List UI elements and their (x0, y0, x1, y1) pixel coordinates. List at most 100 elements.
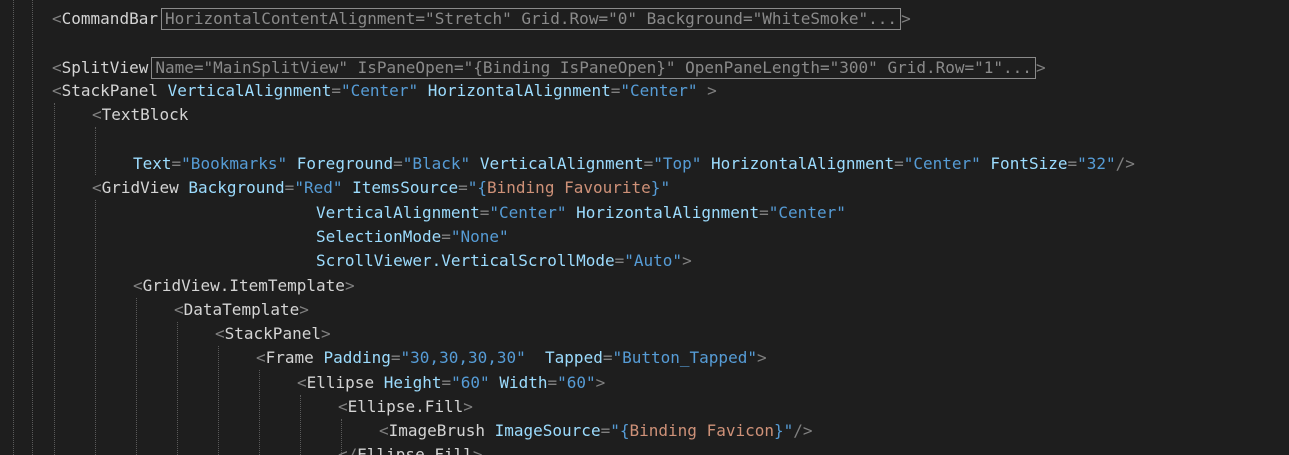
tag-name-token: SplitView (61, 58, 149, 77)
indent-guide (259, 370, 260, 455)
indent-guide (300, 395, 301, 455)
punctuation-token: = (284, 178, 295, 197)
attribute-name-token: Foreground (296, 154, 394, 173)
punctuation-token: = (1067, 154, 1078, 173)
punctuation-token: < (174, 300, 184, 319)
attribute-name-token: Padding (323, 348, 391, 367)
attribute-value-token: } (774, 421, 784, 440)
attribute-name-token: HorizontalAlignment (427, 81, 611, 100)
tag-name-token: Ellipse.Fill (347, 397, 464, 416)
indent-guide (32, 0, 33, 455)
code-line-gridview-selection[interactable]: SelectionMode = "None" (316, 225, 509, 249)
indent-guide (95, 200, 96, 455)
indent-guide (177, 322, 178, 455)
code-line-textblock-open[interactable]: < TextBlock (92, 103, 188, 127)
attribute-name-token: HorizontalAlignment (576, 203, 760, 222)
attribute-name-token: HorizontalAlignment (711, 154, 895, 173)
code-line-ellipse-fill-close[interactable]: </Ellipse.Fill > (338, 443, 483, 455)
code-line-gridview-open[interactable]: < GridView Background = "Red" ItemsSource = "… (92, 176, 670, 200)
punctuation-token: = (602, 348, 613, 367)
tag-name-token: StackPanel (61, 81, 158, 100)
code-line-ellipse-fill-open[interactable]: < Ellipse.Fill > (338, 395, 473, 419)
punctuation-token: > (595, 373, 606, 392)
punctuation-token: < (338, 397, 348, 416)
code-line-stackpanel-outer[interactable]: < StackPanel VerticalAlignment = "Center" H… (52, 79, 717, 103)
punctuation-token: < (256, 348, 266, 367)
punctuation-token: = (390, 348, 401, 367)
attribute-name-token: Width (499, 373, 548, 392)
code-editor[interactable]: < CommandBar HorizontalContentAlignment="S… (0, 0, 1289, 455)
attribute-value-token: { (477, 178, 488, 197)
code-line-commandbar[interactable]: < CommandBar HorizontalContentAlignment="S… (52, 7, 911, 31)
attribute-name-token: Text (133, 154, 172, 173)
punctuation-token: = (331, 81, 342, 100)
code-line-textblock-attrs[interactable]: Text = "Bookmarks" Foreground = "Black" Vert… (133, 152, 1135, 176)
punctuation-token: > (299, 300, 309, 319)
code-line-splitview[interactable]: < SplitView Name="MainSplitView" IsPaneOpe… (52, 56, 1046, 80)
attribute-value-token: "Center" (620, 81, 698, 100)
punctuation-token: < (297, 373, 307, 392)
attribute-value-token: { (619, 421, 630, 440)
attribute-name-token: FontSize (990, 154, 1068, 173)
punctuation-token: /> (1115, 154, 1135, 173)
attribute-value-token: "Center" (489, 203, 567, 222)
punctuation-token: = (479, 203, 490, 222)
collapsed-attributes-box[interactable]: HorizontalContentAlignment="Stretch" Gri… (160, 8, 902, 30)
code-line-stackpanel-inner[interactable]: < StackPanel > (215, 322, 331, 346)
attribute-name-token: Tapped (545, 348, 603, 367)
indent-guide (13, 0, 14, 455)
binding-token: Binding (487, 178, 555, 197)
attribute-name-token: ItemsSource (352, 178, 459, 197)
code-line-imagebrush[interactable]: < ImageBrush ImageSource = "{Binding Favico… (379, 419, 813, 443)
indent-guide (95, 127, 96, 175)
code-line-frame-open[interactable]: < Frame Padding = "30,30,30,30" Tapped = "But… (256, 346, 767, 370)
punctuation-token: > (682, 251, 692, 270)
indent-guide (136, 298, 137, 455)
code-line-gridview-alignment[interactable]: VerticalAlignment = "Center" HorizontalAli… (316, 201, 846, 225)
code-line-datatemplate-open[interactable]: < DataTemplate > (174, 298, 309, 322)
punctuation-token: < (92, 105, 102, 124)
punctuation-token: /> (793, 421, 813, 440)
attribute-value-token: " (467, 178, 478, 197)
punctuation-token: > (463, 397, 473, 416)
attribute-value-token: "Center" (341, 81, 419, 100)
attribute-value-token: "60" (451, 373, 490, 392)
tag-name-token: GridView (101, 178, 179, 197)
punctuation-token: = (610, 81, 621, 100)
indent-guide (218, 346, 219, 455)
punctuation-token: < (92, 178, 102, 197)
attribute-value-token: "Center" (768, 203, 846, 222)
tag-name-token: TextBlock (101, 105, 189, 124)
attribute-value-token: "Red" (294, 178, 343, 197)
attribute-name-token: Background (188, 178, 285, 197)
attribute-value-token: " (660, 178, 671, 197)
punctuation-token: = (441, 373, 452, 392)
punctuation-token: > (320, 324, 331, 343)
attribute-value-token: "30,30,30,30" (400, 348, 526, 367)
attribute-name-token: ScrollViewer.VerticalScrollMode (316, 251, 615, 270)
code-line-ellipse-open[interactable]: < Ellipse Height = "60" Width = "60" > (297, 371, 605, 395)
binding-token: Favicon (706, 421, 775, 440)
punctuation-token: < (215, 324, 225, 343)
punctuation-token: = (547, 373, 558, 392)
punctuation-token: < (379, 421, 389, 440)
punctuation-token: = (393, 154, 403, 173)
collapsed-attributes-box[interactable]: Name="MainSplitView" IsPaneOpen="{Bindin… (151, 57, 1036, 79)
code-line-itemtemplate-open[interactable]: < GridView.ItemTemplate > (133, 274, 355, 298)
punctuation-token: = (759, 203, 769, 222)
punctuation-token: > (901, 9, 911, 28)
tag-name-token: Ellipse.Fill (357, 445, 473, 455)
tag-name-token: CommandBar (61, 9, 158, 28)
tag-name-token: ImageBrush (388, 421, 485, 440)
punctuation-token: = (643, 154, 654, 173)
code-line-gridview-scroll[interactable]: ScrollViewer.VerticalScrollMode = "Auto" > (316, 249, 692, 273)
punctuation-token: = (458, 178, 468, 197)
